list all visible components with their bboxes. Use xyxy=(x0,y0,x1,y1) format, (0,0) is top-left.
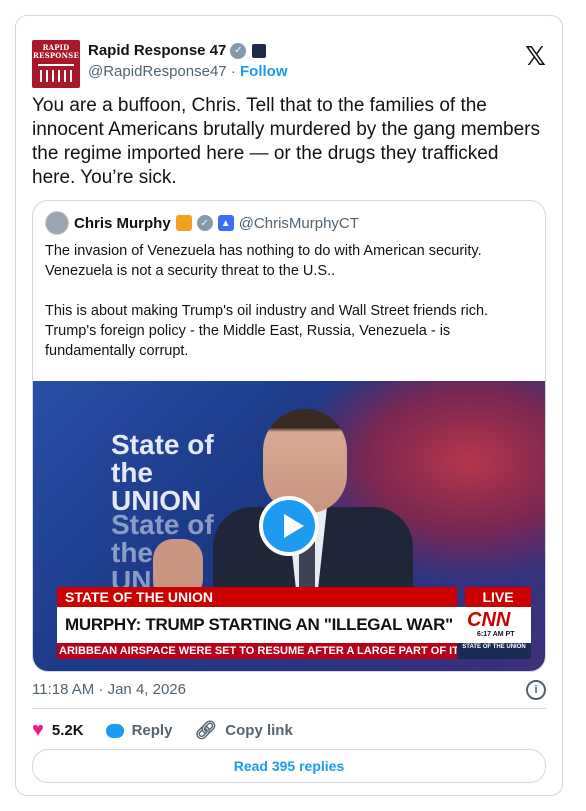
live-badge: LIVE xyxy=(465,587,531,607)
copy-link-button[interactable]: 🔗︎ Copy link xyxy=(194,720,292,741)
building-icon xyxy=(38,64,74,82)
read-replies-button[interactable]: Read 395 replies xyxy=(32,749,546,783)
author-name[interactable]: Rapid Response 47 xyxy=(88,42,226,59)
quote-header: Chris Murphy ✓ ▲ @ChrisMurphyCT xyxy=(45,211,359,235)
quote-author-name: Chris Murphy xyxy=(74,214,171,232)
backdrop-logo: State of the UNION xyxy=(111,429,214,516)
lower-third-show: STATE OF THE UNION xyxy=(57,587,457,607)
video-player[interactable]: State of the UNION State of the UNION ST… xyxy=(33,381,545,671)
author-handle[interactable]: @RapidResponse47 xyxy=(88,63,227,80)
separator: · xyxy=(230,63,236,80)
author-block: Rapid Response 47 ✓ @RapidResponse47 · F… xyxy=(88,42,288,80)
link-icon: 🔗︎ xyxy=(194,720,218,740)
divider xyxy=(32,708,546,709)
affiliation-badge-icon[interactable] xyxy=(252,43,267,58)
show-badge: STATE OF THE UNION xyxy=(457,643,531,659)
reply-button[interactable]: Reply xyxy=(105,722,173,739)
reply-bubble-icon xyxy=(105,723,124,738)
post-text: You are a buffoon, Chris. Tell that to t… xyxy=(32,95,540,188)
quote-text: The invasion of Venezuela has nothing to… xyxy=(45,241,533,381)
cnn-logo: CNN xyxy=(467,609,511,631)
info-icon[interactable]: i xyxy=(526,680,546,700)
heart-icon: ♥ xyxy=(32,719,44,741)
x-logo-icon[interactable]: 𝕏 xyxy=(525,42,546,72)
like-button[interactable]: ♥ 5.2K xyxy=(32,719,84,742)
like-count: 5.2K xyxy=(51,722,84,739)
orange-square-icon xyxy=(175,215,192,231)
cnn-logo-box: CNN 6:17 AM PT xyxy=(457,607,531,643)
copy-link-label: Copy link xyxy=(225,722,293,739)
quote-paragraph: This is about making Trump's oil industr… xyxy=(45,303,489,359)
avatar-logo-text: RAPID RESPONSE xyxy=(33,43,79,60)
broadcast-time: 6:17 AM PT xyxy=(477,631,515,638)
quote-handle: @ChrisMurphyCT xyxy=(238,214,359,232)
quoted-post[interactable]: Chris Murphy ✓ ▲ @ChrisMurphyCT The inva… xyxy=(32,200,546,672)
post-card: RAPID RESPONSE Rapid Response 47 ✓ @Rapi… xyxy=(15,15,563,796)
play-icon[interactable] xyxy=(259,496,319,556)
lower-third-headline: MURPHY: TRUMP STARTING AN "ILLEGAL WAR" … xyxy=(57,607,457,643)
verified-gray-icon: ✓ xyxy=(230,42,247,59)
avatar[interactable]: RAPID RESPONSE xyxy=(32,40,80,88)
action-bar: ♥ 5.2K Reply 🔗︎ Copy link xyxy=(32,719,315,742)
post-header: RAPID RESPONSE Rapid Response 47 ✓ @Rapi… xyxy=(32,30,546,88)
quote-paragraph: The invasion of Venezuela has nothing to… xyxy=(45,243,482,279)
reply-label: Reply xyxy=(131,722,173,739)
follow-button[interactable]: Follow xyxy=(240,63,288,80)
news-ticker: ARIBBEAN AIRSPACE WERE SET TO RESUME AFT… xyxy=(57,643,457,659)
quote-avatar xyxy=(45,211,69,235)
blue-triangle-icon: ▲ xyxy=(217,215,234,231)
verified-gray-icon: ✓ xyxy=(196,215,213,231)
post-timestamp[interactable]: 11:18 AM · Jan 4, 2026 xyxy=(32,681,186,698)
